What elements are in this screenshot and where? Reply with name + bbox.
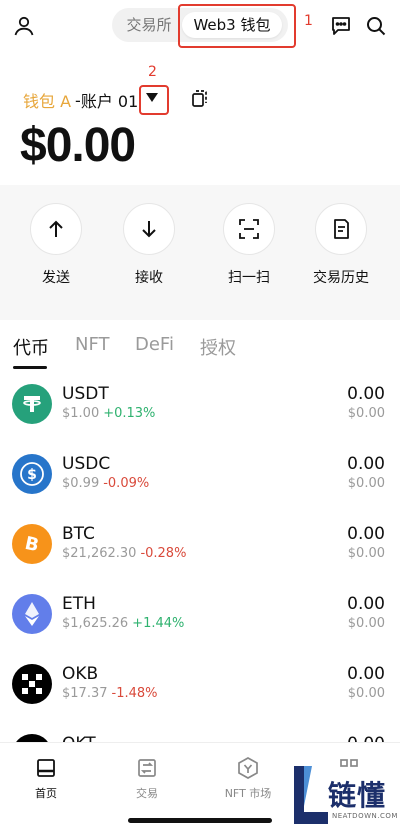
token-amount-usd: $0.00 bbox=[347, 616, 385, 631]
tab-tokens[interactable]: 代币 bbox=[13, 334, 49, 360]
tab-exchange[interactable]: 交易所 bbox=[120, 12, 178, 38]
token-amount-usd: $0.00 bbox=[347, 476, 385, 491]
history-label: 交易历史 bbox=[313, 270, 369, 286]
token-price: $1,625.26 +1.44% bbox=[62, 616, 185, 631]
tab-nft[interactable]: NFT bbox=[75, 334, 110, 355]
quick-actions: 发送 接收 扫一扫 交易历史 bbox=[0, 185, 400, 320]
nav-trade-label: 交易 bbox=[136, 787, 158, 800]
nav-trade[interactable]: 交易 bbox=[107, 755, 187, 801]
scan-label: 扫一扫 bbox=[228, 270, 270, 286]
profile-icon[interactable] bbox=[10, 12, 38, 40]
asset-tabs: 代币 NFT DeFi 授权 bbox=[0, 322, 400, 372]
token-amount: 0.00 bbox=[347, 524, 385, 544]
usdt-icon bbox=[12, 384, 52, 424]
wallet-account-selector[interactable]: 钱包 A - 账户 01 bbox=[23, 88, 138, 112]
history-button[interactable]: 交易历史 bbox=[309, 203, 373, 287]
svg-text:B: B bbox=[23, 533, 41, 556]
token-price: $17.37 -1.48% bbox=[62, 686, 158, 701]
home-icon bbox=[6, 755, 86, 781]
token-price: $21,262.30 -0.28% bbox=[62, 546, 187, 561]
token-row-usdc[interactable]: $ USDC $0.99 -0.09% 0.00 $0.00 bbox=[0, 442, 400, 512]
trade-icon bbox=[107, 755, 187, 781]
watermark-l-icon bbox=[294, 766, 328, 824]
token-price: $0.99 -0.09% bbox=[62, 476, 150, 491]
arrow-up-icon bbox=[30, 203, 82, 255]
token-symbol: USDT bbox=[62, 384, 109, 404]
token-row-usdt[interactable]: USDT $1.00 +0.13% 0.00 $0.00 bbox=[0, 372, 400, 442]
nav-home[interactable]: 首页 bbox=[6, 755, 86, 801]
copy-address-icon[interactable] bbox=[188, 88, 210, 110]
token-change: +0.13% bbox=[103, 406, 156, 421]
nav-home-label: 首页 bbox=[35, 787, 57, 800]
receive-button[interactable]: 接收 bbox=[117, 203, 181, 287]
search-icon[interactable] bbox=[362, 12, 390, 40]
token-price: $1.00 +0.13% bbox=[62, 406, 156, 421]
token-symbol: BTC bbox=[62, 524, 95, 544]
top-bar: 交易所 Web3 钱包 1 bbox=[0, 0, 400, 52]
token-amount: 0.00 bbox=[347, 594, 385, 614]
token-symbol: OKB bbox=[62, 664, 99, 684]
wallet-balance: $0.00 bbox=[20, 119, 136, 172]
chat-icon[interactable] bbox=[327, 12, 355, 40]
nav-nft-market-label: NFT 市场 bbox=[224, 787, 272, 800]
watermark-subtext: NEATDOWN.COM bbox=[332, 812, 398, 820]
watermark-logo: 链懂 NEATDOWN.COM bbox=[288, 758, 400, 832]
token-change: -1.48% bbox=[111, 686, 158, 701]
annotation-number-1: 1 bbox=[304, 13, 313, 29]
annotation-number-2: 2 bbox=[148, 64, 157, 80]
token-change: -0.28% bbox=[140, 546, 187, 561]
token-symbol: USDC bbox=[62, 454, 111, 474]
okb-icon bbox=[12, 664, 52, 704]
annotation-box-2 bbox=[139, 85, 169, 115]
token-change: +1.44% bbox=[132, 616, 185, 631]
history-icon bbox=[315, 203, 367, 255]
usdc-icon: $ bbox=[12, 454, 52, 494]
send-label: 发送 bbox=[42, 270, 70, 286]
token-row-btc[interactable]: B BTC $21,262.30 -0.28% 0.00 $0.00 bbox=[0, 512, 400, 582]
scan-button[interactable]: 扫一扫 bbox=[217, 203, 281, 287]
arrow-down-icon bbox=[123, 203, 175, 255]
token-amount-usd: $0.00 bbox=[347, 406, 385, 421]
token-row-okb[interactable]: OKB $17.37 -1.48% 0.00 $0.00 bbox=[0, 652, 400, 722]
annotation-box-1 bbox=[178, 4, 296, 48]
eth-icon bbox=[12, 594, 52, 634]
nav-nft-market[interactable]: NFT 市场 bbox=[208, 755, 288, 801]
wallet-name: 钱包 A bbox=[23, 92, 72, 111]
account-name: 账户 01 bbox=[80, 92, 139, 111]
receive-label: 接收 bbox=[135, 270, 163, 286]
token-amount: 0.00 bbox=[347, 454, 385, 474]
nft-market-icon bbox=[208, 755, 288, 781]
token-row-eth[interactable]: ETH $1,625.26 +1.44% 0.00 $0.00 bbox=[0, 582, 400, 652]
btc-icon: B bbox=[12, 524, 52, 564]
tab-approvals[interactable]: 授权 bbox=[200, 334, 236, 360]
svg-text:$: $ bbox=[27, 467, 37, 483]
active-tab-underline bbox=[13, 366, 47, 369]
send-button[interactable]: 发送 bbox=[24, 203, 88, 287]
token-change: -0.09% bbox=[103, 476, 150, 491]
tab-defi[interactable]: DeFi bbox=[135, 334, 174, 355]
token-amount: 0.00 bbox=[347, 384, 385, 404]
home-indicator bbox=[128, 818, 272, 823]
token-symbol: ETH bbox=[62, 594, 96, 614]
token-amount-usd: $0.00 bbox=[347, 686, 385, 701]
token-amount: 0.00 bbox=[347, 664, 385, 684]
token-amount-usd: $0.00 bbox=[347, 546, 385, 561]
watermark-text: 链懂 bbox=[328, 779, 387, 812]
scan-icon bbox=[223, 203, 275, 255]
